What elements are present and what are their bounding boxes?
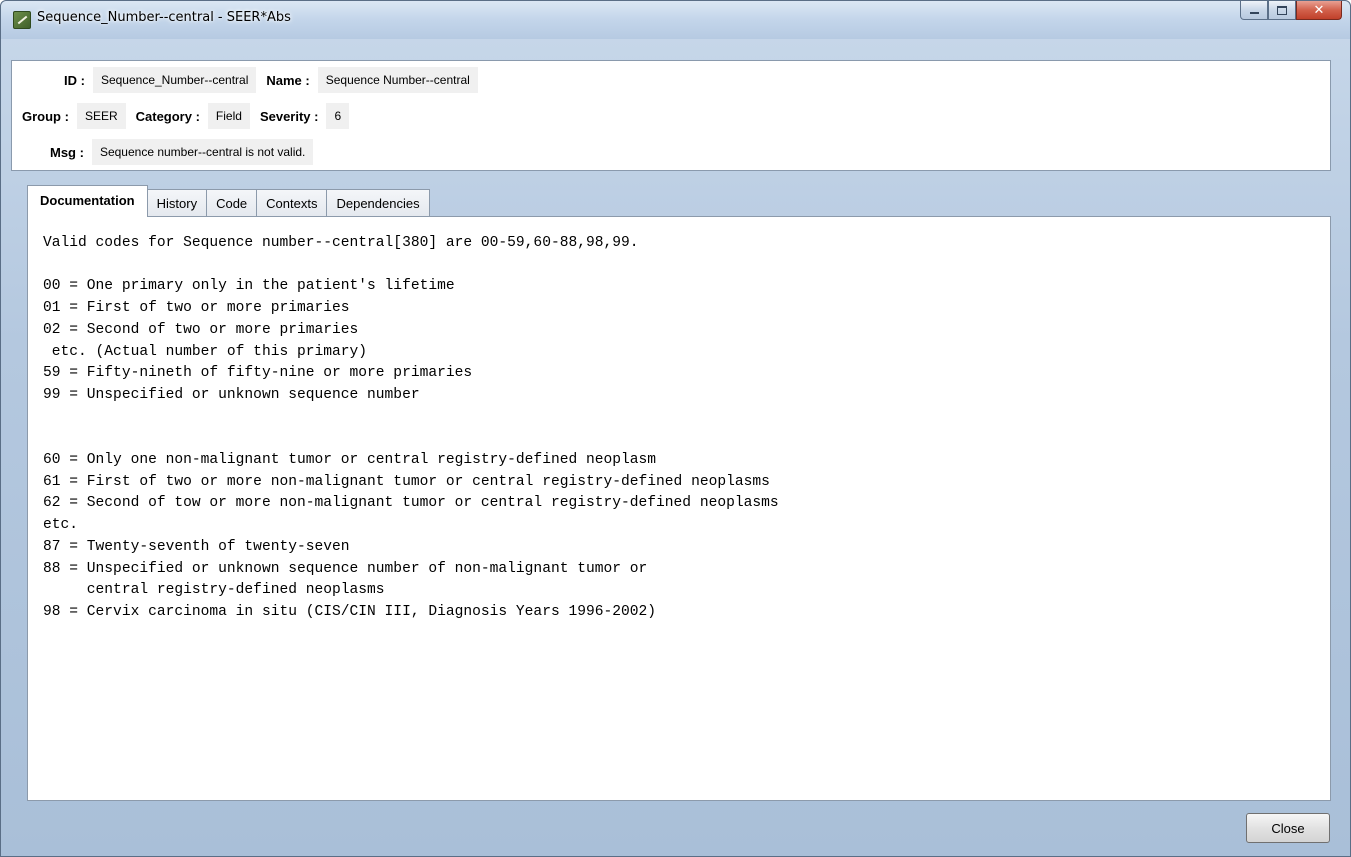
msg-value: Sequence number--central is not valid. bbox=[91, 139, 314, 165]
id-label: ID : bbox=[64, 72, 85, 88]
window-title: Sequence_Number--central - SEER*Abs bbox=[37, 10, 291, 25]
tab-documentation[interactable]: Documentation bbox=[27, 185, 148, 217]
close-icon: ✕ bbox=[1313, 2, 1325, 18]
edit-header-panel: ID : Sequence_Number--central Name : Seq… bbox=[11, 60, 1331, 171]
window-close-button[interactable]: ✕ bbox=[1296, 1, 1342, 20]
id-value: Sequence_Number--central bbox=[92, 67, 257, 93]
tab-strip: Documentation History Code Contexts Depe… bbox=[27, 185, 430, 217]
group-row: Group : SEER Category : Field Severity :… bbox=[22, 103, 359, 129]
title-bar[interactable]: Sequence_Number--central - SEER*Abs ✕ bbox=[1, 1, 1350, 39]
category-value: Field bbox=[207, 103, 250, 129]
group-label: Group : bbox=[22, 108, 69, 124]
maximize-icon bbox=[1277, 5, 1287, 15]
severity-value: 6 bbox=[326, 103, 350, 129]
documentation-panel[interactable]: Valid codes for Sequence number--central… bbox=[27, 216, 1331, 801]
category-label: Category : bbox=[135, 108, 200, 124]
window-controls: ✕ bbox=[1240, 1, 1342, 21]
tab-contexts[interactable]: Contexts bbox=[256, 189, 328, 217]
minimize-button[interactable] bbox=[1240, 1, 1268, 20]
dialog-window: Sequence_Number--central - SEER*Abs ✕ ID… bbox=[0, 0, 1351, 857]
severity-label: Severity : bbox=[259, 108, 319, 124]
name-label: Name : bbox=[266, 72, 310, 88]
app-icon bbox=[13, 11, 31, 29]
tab-history[interactable]: History bbox=[146, 189, 208, 217]
maximize-button[interactable] bbox=[1268, 1, 1296, 20]
id-row: ID : Sequence_Number--central Name : Seq… bbox=[64, 67, 488, 93]
name-value: Sequence Number--central bbox=[317, 67, 478, 93]
close-button[interactable]: Close bbox=[1246, 813, 1330, 843]
msg-row: Msg : Sequence number--central is not va… bbox=[50, 139, 323, 165]
tab-dependencies[interactable]: Dependencies bbox=[326, 189, 430, 217]
group-value: SEER bbox=[76, 103, 126, 129]
minimize-icon bbox=[1249, 12, 1259, 14]
documentation-text: Valid codes for Sequence number--central… bbox=[43, 235, 779, 620]
msg-label: Msg : bbox=[50, 144, 84, 160]
tab-code[interactable]: Code bbox=[206, 189, 258, 217]
